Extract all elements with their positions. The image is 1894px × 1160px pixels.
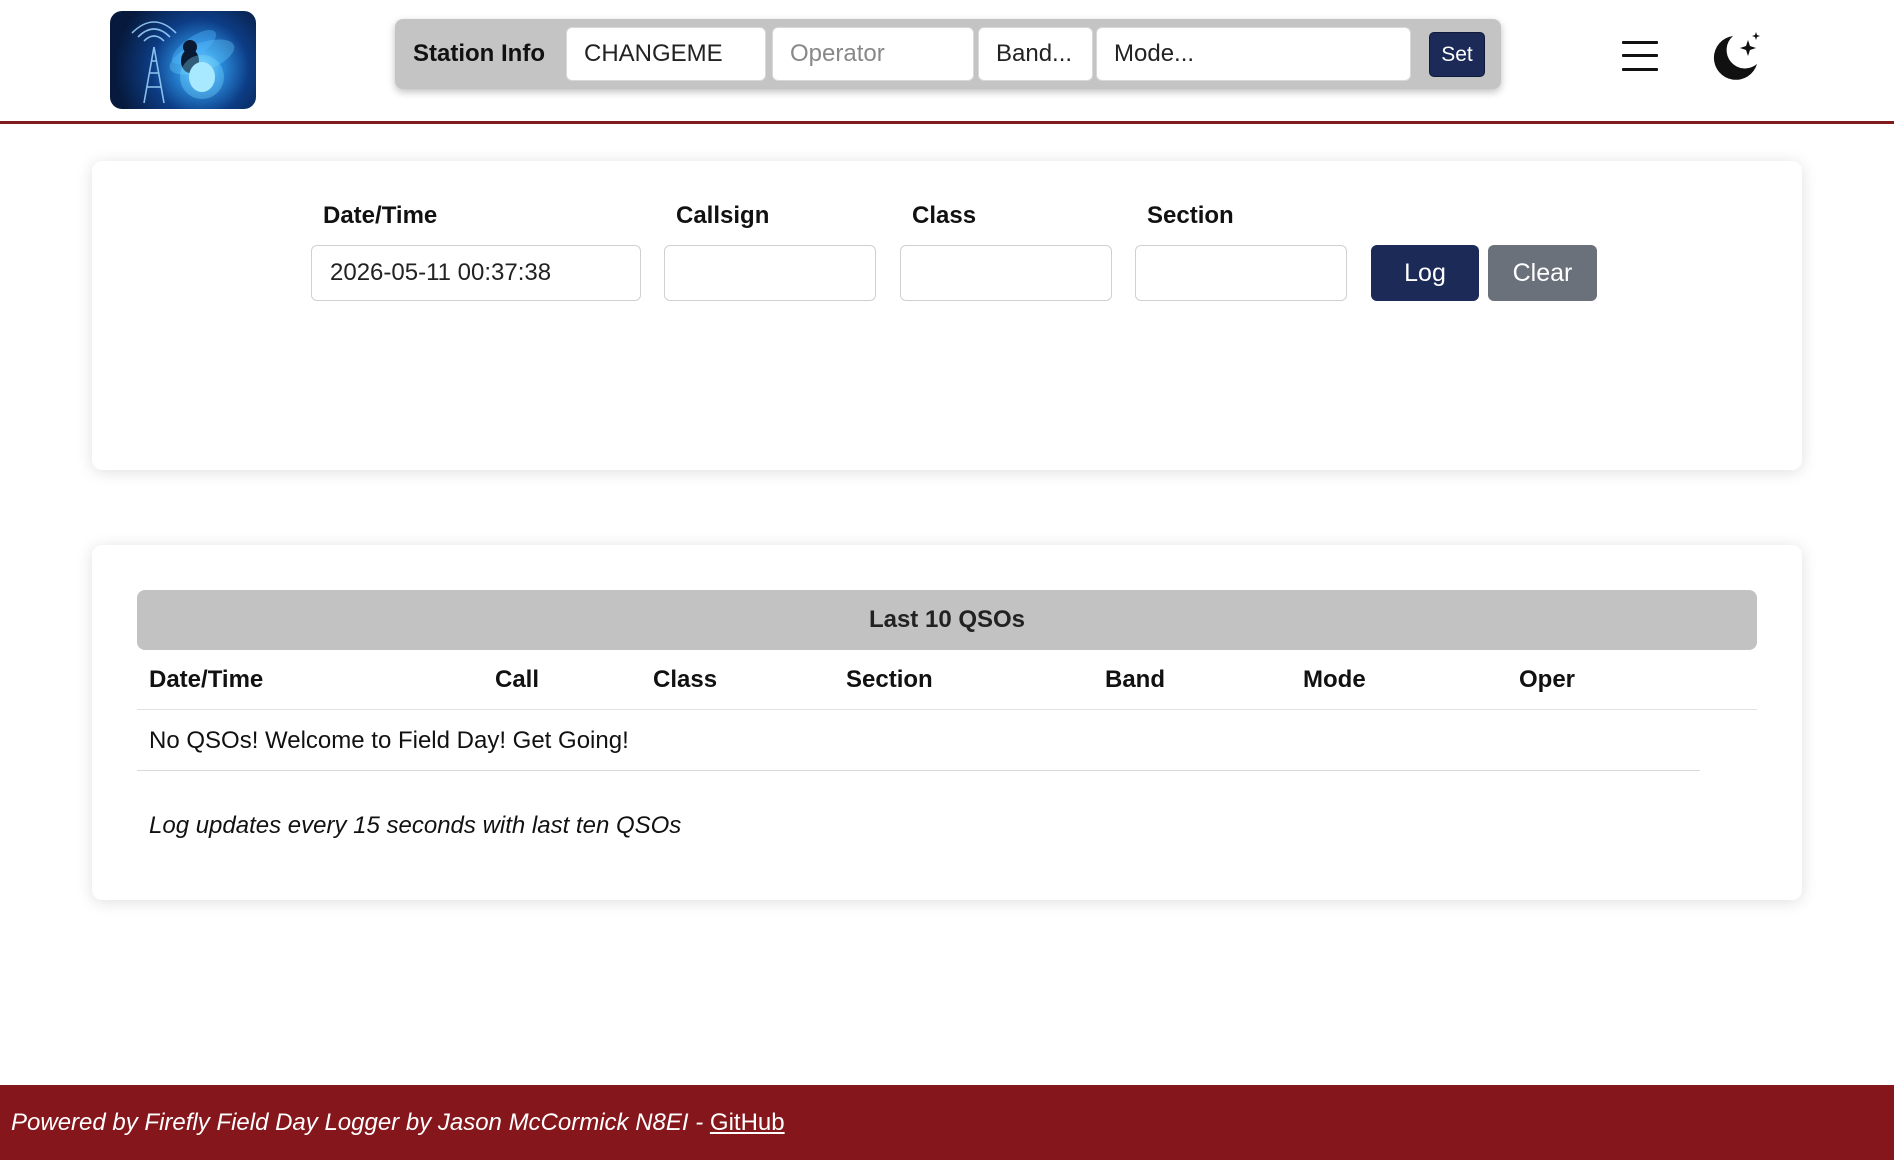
firefly-logo[interactable] bbox=[110, 11, 256, 109]
col-header-call: Call bbox=[495, 666, 540, 693]
operator-input[interactable] bbox=[772, 27, 974, 81]
section-input[interactable] bbox=[1135, 245, 1347, 301]
footer: Powered by Firefly Field Day Logger by J… bbox=[0, 1085, 1894, 1160]
col-header-section: Section bbox=[846, 666, 933, 693]
section-label: Section bbox=[1147, 202, 1234, 229]
qso-entry-card: Date/Time Callsign Class Section Log Cle… bbox=[92, 161, 1802, 470]
class-input[interactable] bbox=[900, 245, 1112, 301]
clear-button[interactable]: Clear bbox=[1488, 245, 1597, 301]
set-station-button[interactable]: Set bbox=[1429, 32, 1485, 77]
callsign-input[interactable] bbox=[664, 245, 876, 301]
station-info-label: Station Info bbox=[413, 40, 545, 67]
station-info-bar: Station Info Band... Mode... Set bbox=[395, 19, 1501, 89]
datetime-label: Date/Time bbox=[323, 202, 438, 229]
log-button[interactable]: Log bbox=[1371, 245, 1479, 301]
mode-select[interactable]: Mode... bbox=[1096, 27, 1411, 81]
col-header-class: Class bbox=[653, 666, 718, 693]
empty-log-message: No QSOs! Welcome to Field Day! Get Going… bbox=[149, 727, 629, 754]
footer-credit-text: Powered by Firefly Field Day Logger by J… bbox=[11, 1109, 710, 1136]
mode-select-value: Mode... bbox=[1114, 40, 1195, 67]
table-header-divider bbox=[137, 709, 1757, 710]
band-select[interactable]: Band... bbox=[978, 27, 1093, 81]
last-qsos-card: Last 10 QSOs Date/Time Call Class Sectio… bbox=[92, 545, 1802, 900]
footer-credit: Powered by Firefly Field Day Logger by J… bbox=[11, 1085, 785, 1160]
col-header-datetime: Date/Time bbox=[149, 666, 264, 693]
log-update-note: Log updates every 15 seconds with last t… bbox=[149, 812, 682, 839]
col-header-mode: Mode bbox=[1303, 666, 1366, 693]
class-label: Class bbox=[912, 202, 977, 229]
github-link[interactable]: GitHub bbox=[710, 1109, 785, 1136]
band-select-value: Band... bbox=[996, 40, 1073, 67]
top-navbar: Station Info Band... Mode... Set bbox=[0, 0, 1894, 124]
station-callsign-input[interactable] bbox=[566, 27, 766, 81]
col-header-oper: Oper bbox=[1519, 666, 1576, 693]
callsign-label: Callsign bbox=[676, 202, 770, 229]
datetime-input[interactable] bbox=[311, 245, 641, 301]
table-row-divider bbox=[137, 770, 1700, 771]
moon-stars-icon[interactable] bbox=[1707, 28, 1763, 84]
col-header-band: Band bbox=[1105, 666, 1165, 693]
last-qsos-title: Last 10 QSOs bbox=[137, 590, 1757, 650]
hamburger-menu-icon[interactable] bbox=[1622, 41, 1658, 71]
